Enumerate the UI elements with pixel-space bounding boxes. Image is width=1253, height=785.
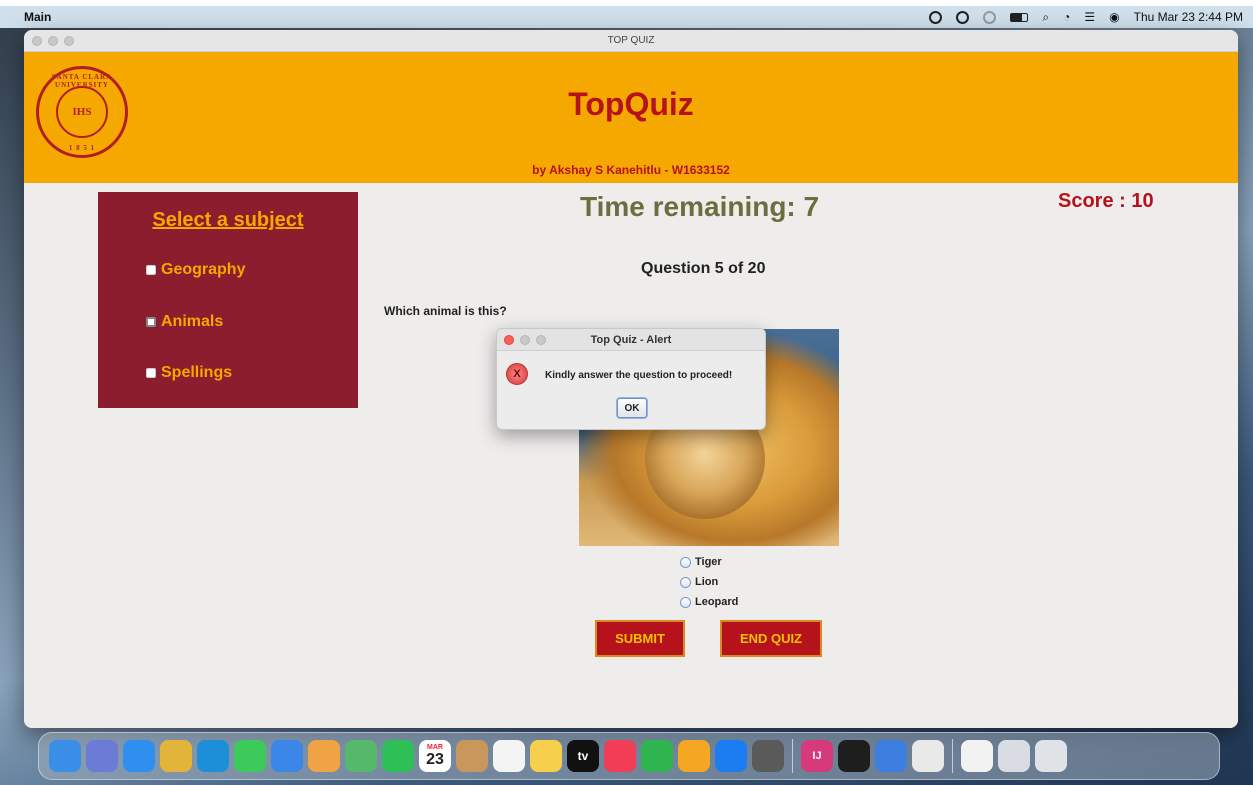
vpn-shield-icon[interactable] — [956, 10, 970, 24]
wifi-icon[interactable]: ◔ — [1063, 10, 1070, 24]
control-center-icon[interactable]: ☰ — [1084, 10, 1095, 24]
xcode-icon[interactable] — [875, 740, 907, 772]
documents-icon[interactable] — [961, 740, 993, 772]
answer-option-lion[interactable]: Lion — [680, 572, 738, 592]
app-title: TopQuiz — [568, 86, 694, 122]
messages-icon[interactable] — [234, 740, 266, 772]
option-label: Tiger — [695, 556, 722, 568]
terminal-icon[interactable] — [838, 740, 870, 772]
java-icon[interactable] — [912, 740, 944, 772]
window-titlebar[interactable]: TOP QUIZ — [24, 30, 1238, 52]
trash-icon[interactable] — [1035, 740, 1067, 772]
error-icon: X — [506, 363, 528, 385]
app-subtitle: by Akshay S Kanehitlu - W1633152 — [532, 163, 730, 177]
question-text: Which animal is this? — [384, 304, 507, 318]
pages-icon[interactable] — [678, 740, 710, 772]
safari-icon[interactable] — [123, 740, 155, 772]
seal-year-text: 1 8 5 1 — [68, 144, 96, 152]
subject-panel: Select a subject Geography Animals Spell… — [98, 192, 358, 408]
notes-icon[interactable] — [530, 740, 562, 772]
status-circle-icon[interactable] — [929, 10, 943, 24]
subject-option-animals[interactable]: Animals — [146, 313, 223, 331]
alert-title: Top Quiz - Alert — [590, 334, 672, 346]
radio-selected-icon[interactable] — [146, 317, 156, 327]
option-label: Leopard — [695, 596, 739, 608]
radio-icon[interactable] — [680, 556, 691, 568]
mail-icon[interactable] — [271, 740, 303, 772]
quiz-content: Select a subject Geography Animals Spell… — [24, 183, 1238, 728]
photos-icon[interactable] — [308, 740, 340, 772]
siri-icon[interactable]: ◉ — [1109, 10, 1119, 24]
radio-icon[interactable] — [146, 265, 156, 275]
menu-bar: Main ⌕ ◔ ☰ ◉ Thu Mar 23 2:44 PM — [0, 6, 1253, 28]
launchpad-icon[interactable] — [86, 740, 118, 772]
numbers-icon[interactable] — [641, 740, 673, 772]
contacts-icon[interactable] — [456, 740, 488, 772]
alert-window-controls — [504, 335, 546, 345]
alert-dialog: Top Quiz - Alert X Kindly answer the que… — [496, 328, 766, 430]
maps-icon[interactable] — [345, 740, 377, 772]
subject-option-spellings[interactable]: Spellings — [146, 364, 232, 382]
zoom-window-button[interactable] — [64, 36, 74, 46]
end-quiz-button[interactable]: END QUIZ — [720, 620, 822, 657]
radio-icon[interactable] — [146, 368, 156, 378]
battery-icon[interactable] — [1010, 12, 1029, 22]
facetime-icon[interactable] — [382, 740, 414, 772]
reminders-icon[interactable] — [493, 740, 525, 772]
calendar-month-label: MAR — [427, 743, 443, 751]
spotlight-search-icon[interactable]: ⌕ — [1042, 10, 1049, 25]
score-display: Score : 10 — [1058, 190, 1154, 212]
window-title: TOP QUIZ — [607, 35, 655, 46]
answer-options: Tiger Lion Leopard — [680, 552, 738, 612]
appstore-icon[interactable] — [715, 740, 747, 772]
answer-option-leopard[interactable]: Leopard — [680, 592, 738, 612]
status-area: ⌕ ◔ ☰ ◉ Thu Mar 23 2:44 PM — [929, 10, 1243, 25]
close-window-button[interactable] — [32, 36, 42, 46]
finder-icon[interactable] — [49, 740, 81, 772]
keyboard-icon[interactable] — [998, 740, 1030, 772]
alert-message: Kindly answer the question to proceed! — [545, 370, 733, 381]
edge-icon[interactable] — [197, 740, 229, 772]
chrome-icon[interactable] — [160, 740, 192, 772]
minimize-window-button[interactable] — [48, 36, 58, 46]
app-menu-name[interactable]: Main — [24, 10, 51, 24]
answer-option-tiger[interactable]: Tiger — [680, 552, 738, 572]
app-header: SANTA CLARA UNIVERSITY IHS 1 8 5 1 TopQu… — [24, 52, 1238, 183]
radio-icon[interactable] — [680, 576, 691, 588]
question-counter: Question 5 of 20 — [641, 260, 766, 277]
calendar-day-label: 23 — [426, 750, 444, 768]
dock: MAR 23 tv IJ — [38, 732, 1220, 780]
intellij-icon[interactable]: IJ — [801, 740, 833, 772]
ok-button[interactable]: OK — [617, 398, 647, 418]
appletv-icon[interactable]: tv — [567, 740, 599, 772]
calculator-icon[interactable] — [752, 740, 784, 772]
option-label: Lion — [695, 576, 719, 588]
alert-minimize-button[interactable] — [520, 335, 530, 345]
calendar-icon[interactable]: MAR 23 — [419, 740, 451, 772]
alert-zoom-button[interactable] — [536, 335, 546, 345]
menu-clock[interactable]: Thu Mar 23 2:44 PM — [1134, 10, 1243, 24]
subject-label: Spellings — [161, 364, 233, 381]
subject-heading: Select a subject — [152, 209, 304, 231]
window-controls — [32, 36, 74, 46]
dock-separator — [792, 739, 793, 773]
subject-label: Geography — [161, 261, 246, 278]
alert-titlebar[interactable]: Top Quiz - Alert — [497, 329, 765, 351]
alert-close-button[interactable] — [504, 335, 514, 345]
subject-option-geography[interactable]: Geography — [146, 261, 245, 279]
submit-button[interactable]: SUBMIT — [595, 620, 685, 657]
focus-icon[interactable] — [983, 10, 997, 24]
music-icon[interactable] — [604, 740, 636, 772]
dock-separator — [952, 739, 953, 773]
subject-label: Animals — [161, 313, 224, 330]
radio-icon[interactable] — [680, 596, 691, 608]
